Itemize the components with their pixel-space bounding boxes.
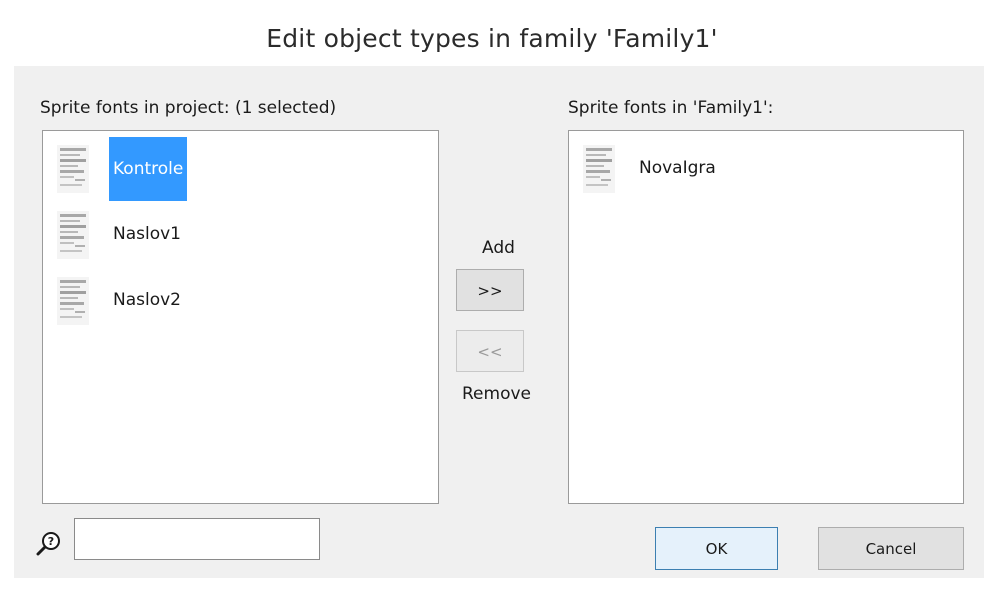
sprite-font-icon (583, 145, 615, 193)
list-item-kontrole[interactable]: Kontrole (43, 135, 438, 201)
ok-button[interactable]: OK (655, 527, 778, 570)
sprite-font-icon (57, 145, 89, 193)
add-label: Add (482, 238, 515, 258)
family-fonts-heading: Sprite fonts in 'Family1': (568, 98, 774, 118)
list-item-label: NovaIgra (639, 158, 716, 178)
project-fonts-list[interactable]: Kontrole Naslov1 Naslov2 (42, 130, 439, 504)
list-item-naslov1[interactable]: Naslov1 (43, 201, 438, 267)
remove-label: Remove (462, 384, 531, 404)
search-input[interactable] (74, 518, 320, 560)
list-item-label: Naslov2 (113, 290, 181, 310)
sprite-font-icon (57, 211, 89, 259)
list-item-label: Kontrole (109, 137, 188, 201)
remove-button[interactable]: << (456, 330, 524, 372)
list-item-novaigra[interactable]: NovaIgra (569, 135, 963, 201)
sprite-font-icon (57, 277, 89, 325)
svg-text:?: ? (48, 535, 54, 548)
list-item-label: Naslov1 (113, 224, 181, 244)
title-bar[interactable]: Edit object types in family 'Family1' (0, 0, 984, 66)
project-fonts-heading: Sprite fonts in project: (1 selected) (40, 98, 337, 118)
add-button[interactable]: >> (456, 269, 524, 311)
help-search-icon: ? (36, 532, 60, 556)
family-fonts-list[interactable]: NovaIgra (568, 130, 964, 504)
cancel-button[interactable]: Cancel (818, 527, 964, 570)
list-item-naslov2[interactable]: Naslov2 (43, 267, 438, 333)
window-title: Edit object types in family 'Family1' (266, 24, 718, 53)
edit-family-dialog: Edit object types in family 'Family1' Sp… (0, 0, 984, 590)
